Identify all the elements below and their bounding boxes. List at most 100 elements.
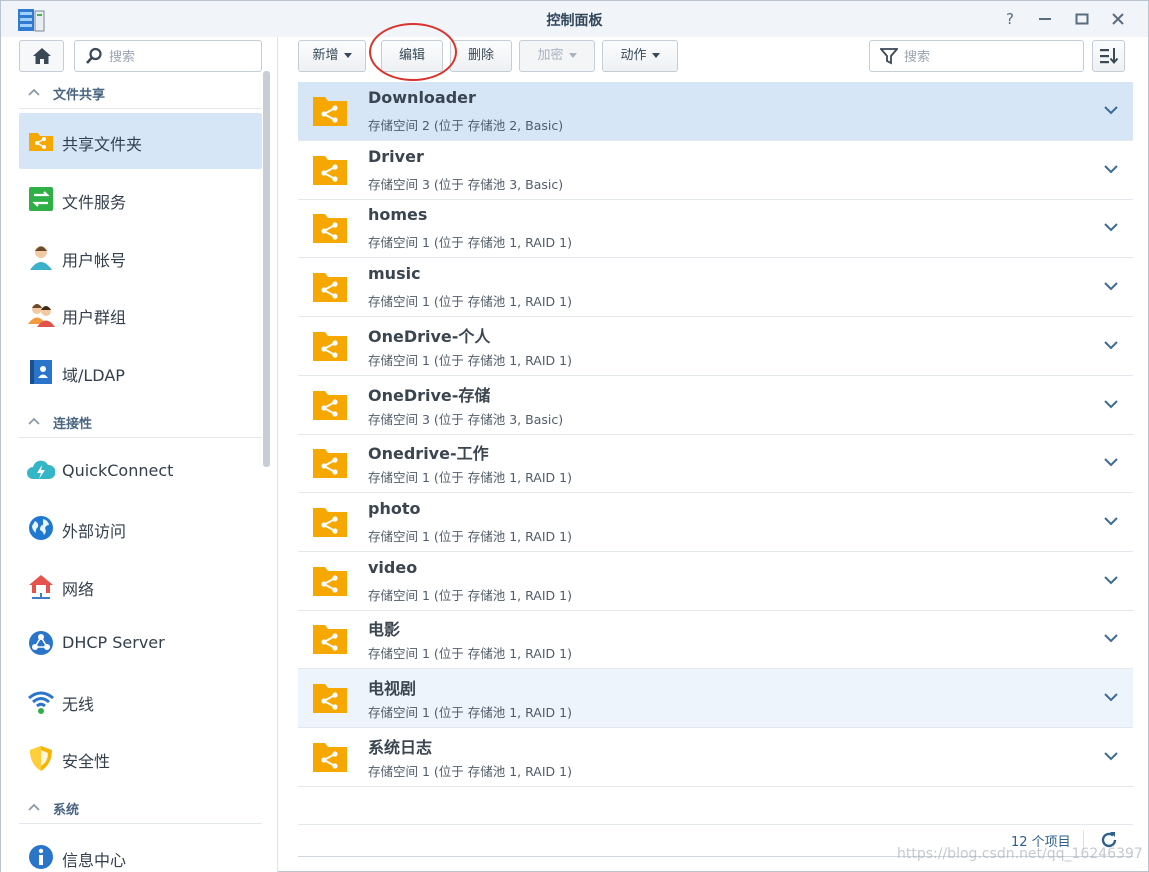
folder-row[interactable]: music 存储空间 1 (位于 存储池 1, RAID 1) [298,258,1133,318]
chevron-down-icon[interactable] [1103,456,1119,468]
section-file-sharing[interactable]: 文件共享 [19,75,262,109]
caret-down-icon [568,53,577,58]
sidebar-item-security[interactable]: 安全性 [19,730,262,786]
sidebar-item-label: 网络 [62,580,95,599]
caret-down-icon [651,53,660,58]
folder-location: 存储空间 1 (位于 存储池 1, RAID 1) [368,587,572,603]
sidebar-item-shared-folder[interactable]: 共享文件夹 [19,113,262,169]
list-filter-input[interactable] [904,47,1074,67]
sidebar-item-file-services[interactable]: 文件服务 [19,171,262,227]
sidebar-scrollbar[interactable] [263,71,270,467]
encrypt-button-label: 加密 [537,48,564,63]
delete-button-label: 删除 [467,48,494,63]
info-icon [29,845,53,869]
sidebar-search-box[interactable] [74,40,262,72]
sidebar-item-label: 域/LDAP [62,366,125,385]
footer-divider [298,824,1133,825]
folder-row[interactable]: 系统日志 存储空间 1 (位于 存储池 1, RAID 1) [298,728,1133,787]
folder-location: 存储空间 1 (位于 存储池 1, RAID 1) [368,528,572,544]
sidebar-item-user-groups[interactable]: 用户群组 [19,286,262,342]
chevron-down-icon[interactable] [1103,398,1119,410]
sidebar-item-domain-ldap[interactable]: 域/LDAP [19,344,262,400]
folder-row[interactable]: video 存储空间 1 (位于 存储池 1, RAID 1) [298,552,1133,611]
chevron-down-icon[interactable] [1103,515,1119,527]
group-icon [28,304,55,327]
sidebar-item-dhcp-server[interactable]: DHCP Server [19,615,262,671]
shared-folder-icon [313,155,347,185]
home-button[interactable] [19,40,64,72]
sort-icon [1099,48,1118,65]
folder-name: photo [368,498,421,518]
sidebar-item-label: 外部访问 [62,522,127,541]
section-connectivity[interactable]: 连接性 [19,404,262,438]
folder-row[interactable]: 电影 存储空间 1 (位于 存储池 1, RAID 1) [298,610,1133,670]
folder-row[interactable]: 电视剧 存储空间 1 (位于 存储池 1, RAID 1) [298,669,1133,728]
create-button[interactable]: 新增 [298,40,366,72]
sidebar-item-external-access[interactable]: 外部访问 [19,500,262,556]
folder-row[interactable]: Driver 存储空间 3 (位于 存储池 3, Basic) [298,141,1133,200]
sort-button[interactable] [1092,40,1125,72]
edit-button[interactable]: 编辑 [381,40,443,72]
search-icon [86,47,102,64]
folder-row[interactable]: Downloader 存储空间 2 (位于 存储池 2, Basic) [298,82,1133,141]
folder-location: 存储空间 1 (位于 存储池 1, RAID 1) [368,294,572,310]
shared-folder-icon [313,390,347,420]
folder-name: music [368,264,421,284]
sidebar-item-quickconnect[interactable]: QuickConnect [19,443,262,499]
folder-location: 存储空间 1 (位于 存储池 1, RAID 1) [368,646,572,662]
sidebar-item-info-center[interactable]: 信息中心 [19,829,262,872]
folder-row[interactable]: homes 存储空间 1 (位于 存储池 1, RAID 1) [298,199,1133,259]
sidebar-item-user-accounts[interactable]: 用户帐号 [19,229,262,285]
action-button[interactable]: 动作 [602,40,678,72]
create-button-label: 新增 [312,48,339,63]
folder-row[interactable]: Onedrive-工作 存储空间 1 (位于 存储池 1, RAID 1) [298,434,1133,494]
close-icon[interactable] [1107,8,1129,30]
encrypt-button[interactable]: 加密 [519,40,595,72]
chevron-down-icon[interactable] [1103,750,1119,762]
shared-folder-icon [313,331,347,361]
chevron-down-icon[interactable] [1103,339,1119,351]
shared-folder-icon [313,97,347,126]
watermark-text: https://blog.csdn.net/qq_16246397 [897,846,1143,862]
shared-folder-icon [313,684,347,713]
chevron-down-icon[interactable] [1103,691,1119,703]
folder-row[interactable]: OneDrive-存储 存储空间 3 (位于 存储池 3, Basic) [298,376,1133,435]
shield-icon [30,746,52,771]
chevron-down-icon[interactable] [1103,104,1119,116]
title-bar: 控制面板 ? [1,1,1148,37]
delete-button[interactable]: 删除 [450,40,512,72]
file-services-icon [29,187,53,211]
folder-row[interactable]: OneDrive-个人 存储空间 1 (位于 存储池 1, RAID 1) [298,317,1133,376]
dhcp-icon [29,631,53,655]
folder-row[interactable]: photo 存储空间 1 (位于 存储池 1, RAID 1) [298,493,1133,552]
sidebar-item-label: DHCP Server [62,633,165,652]
minimize-icon[interactable] [1034,8,1056,30]
help-icon[interactable]: ? [999,8,1021,30]
sidebar-item-label: 无线 [62,695,95,714]
section-system[interactable]: 系统 [19,790,262,824]
sidebar: 文件共享 共享文件夹 文件服务 用户帐号 [1,37,278,872]
maximize-icon[interactable] [1071,8,1093,30]
shared-folder-icon [313,449,347,479]
shared-folder-icon [313,742,347,772]
chevron-down-icon[interactable] [1103,632,1119,644]
folder-name: homes [368,205,428,225]
shared-folder-icon [313,273,347,303]
wifi-icon [28,691,54,714]
folder-name: Driver [368,146,424,166]
sidebar-search-input[interactable] [109,47,254,67]
section-label: 文件共享 [53,88,106,103]
sidebar-item-label: 文件服务 [62,193,127,212]
chevron-down-icon[interactable] [1103,221,1119,233]
folder-location: 存储空间 1 (位于 存储池 1, RAID 1) [368,763,572,779]
list-filter-box[interactable] [869,40,1084,72]
sidebar-item-wireless[interactable]: 无线 [19,673,262,729]
chevron-down-icon[interactable] [1103,163,1119,175]
action-button-label: 动作 [620,48,647,63]
folder-location: 存储空间 3 (位于 存储池 3, Basic) [368,411,564,427]
sidebar-item-network[interactable]: 网络 [19,558,262,614]
control-panel-window: 控制面板 ? 文件共享 [0,0,1149,872]
chevron-down-icon[interactable] [1103,574,1119,586]
folder-name: Downloader [368,88,476,107]
chevron-down-icon[interactable] [1103,280,1119,292]
